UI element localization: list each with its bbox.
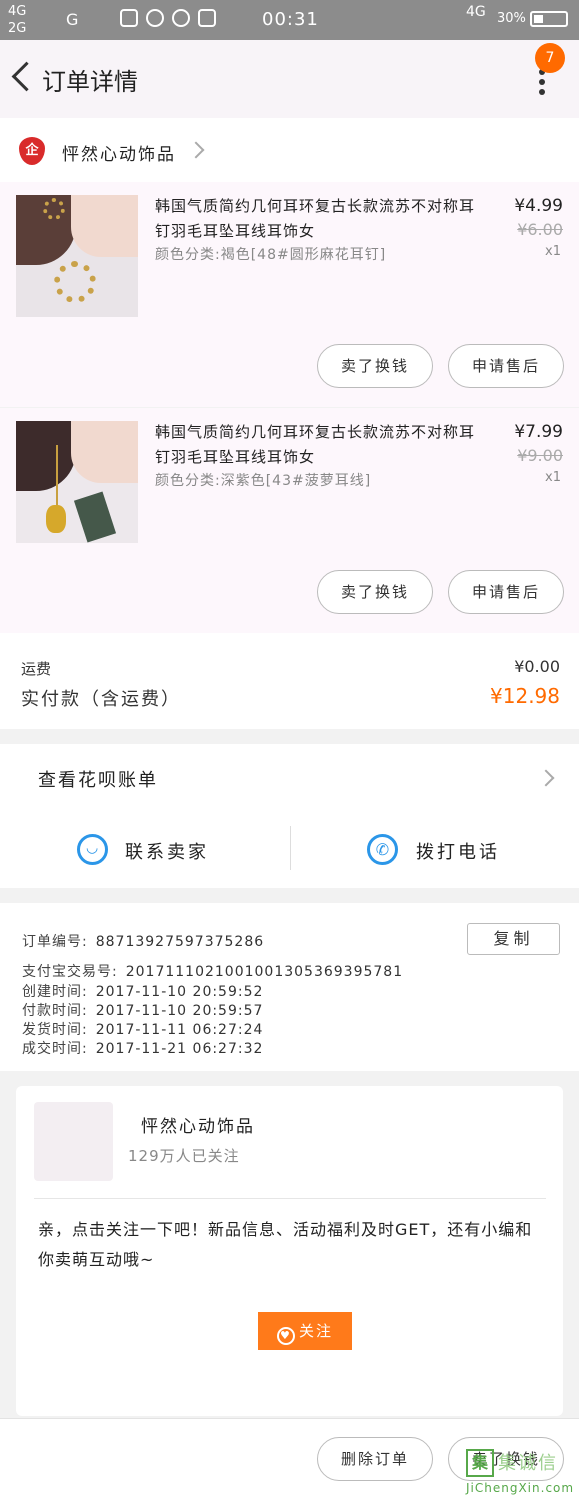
watermark-text: 集诚信 xyxy=(498,1453,558,1474)
original-price: ¥9.00 xyxy=(517,446,563,465)
database-icon xyxy=(198,9,216,27)
follow-button[interactable]: ♥ 关注 xyxy=(258,1312,352,1350)
shop-card-name[interactable]: 怦然心动饰品 xyxy=(141,1112,255,1137)
order-item[interactable]: 韩国气质简约几何耳环复古长款流苏不对称耳钉羽毛耳坠耳线耳饰女 颜色分类:褐色[4… xyxy=(0,182,579,407)
resell-button[interactable]: 卖了换钱 xyxy=(317,344,433,388)
network-indicator-right: 4G xyxy=(466,4,486,20)
battery-percent: 30% xyxy=(497,11,526,26)
after-sale-button[interactable]: 申请售后 xyxy=(448,344,564,388)
shipped-label: 发货时间: xyxy=(22,1022,88,1038)
chat-face-icon xyxy=(77,834,108,865)
app-notification-icon xyxy=(120,9,138,27)
shop-name: 怦然心动饰品 xyxy=(62,145,176,165)
contact-seller-button[interactable]: 联系卖家 xyxy=(0,826,290,888)
notification-badge: 7 xyxy=(535,43,565,73)
phone-icon: ✆ xyxy=(367,834,398,865)
shop-logo-icon: 企 xyxy=(19,137,45,165)
shipped-time: 2017-11-11 06:27:24 xyxy=(95,1022,264,1038)
alipay-label: 支付宝交易号: xyxy=(22,964,118,980)
wechat-icon xyxy=(146,9,164,27)
product-image[interactable] xyxy=(16,195,138,317)
alipay-number: 2017111021001001305369395781 xyxy=(125,964,404,980)
clock: 00:31 xyxy=(262,9,319,30)
order-number-label: 订单编号: xyxy=(22,934,88,950)
shop-avatar[interactable] xyxy=(34,1102,113,1181)
order-number-row: 订单编号: 887139275973752​86 xyxy=(22,931,264,951)
page-title: 订单详情 xyxy=(42,68,138,96)
product-price: ¥4.99 xyxy=(514,196,563,216)
paid-time: 2017-11-10 20:59:57 xyxy=(95,1003,264,1019)
product-spec: 颜色分类:深紫色[43#菠萝耳线] xyxy=(155,473,372,489)
fee-summary: 运费 ¥0.00 实付款（含运费） ¥12.98 xyxy=(0,633,579,729)
follow-label: 关注 xyxy=(298,1322,333,1340)
created-row: 创建时间: 2017-11-10 20:59:52 xyxy=(22,981,263,1001)
resell-button[interactable]: 卖了换钱 xyxy=(317,570,433,614)
chevron-right-icon[interactable] xyxy=(537,769,555,787)
weibo-icon xyxy=(172,9,190,27)
product-quantity: x1 xyxy=(545,470,561,485)
huabei-bill-link[interactable]: 查看花呗账单 xyxy=(38,766,158,792)
completed-time: 2017-11-21 06:27:32 xyxy=(95,1041,264,1057)
product-quantity: x1 xyxy=(545,244,561,259)
product-image[interactable] xyxy=(16,421,138,543)
product-title: 韩国气质简约几何耳环复古长款流苏不对称耳钉羽毛耳坠耳线耳饰女 xyxy=(155,197,476,240)
notification-icons xyxy=(120,9,216,27)
header: 订单详情 7 xyxy=(0,40,579,118)
paid-label: 实付款（含运费） xyxy=(21,689,181,710)
battery-icon xyxy=(530,11,568,27)
product-price: ¥7.99 xyxy=(514,422,563,442)
call-button[interactable]: ✆ 拨打电话 xyxy=(290,826,579,888)
completed-label: 成交时间: xyxy=(22,1041,88,1057)
bill-section: 查看花呗账单 联系卖家 ✆ 拨打电话 xyxy=(0,744,579,888)
shipping-label: 运费 xyxy=(21,660,52,678)
network-indicator: 4G 2G xyxy=(8,4,27,36)
network-g-indicator: G xyxy=(66,10,79,29)
back-arrow-icon[interactable] xyxy=(10,60,40,96)
paid-time-label: 付款时间: xyxy=(22,1003,88,1019)
status-bar: 4G 2G G 00:31 4G 30% xyxy=(0,0,579,40)
watermark-url: JiChengXin.com xyxy=(466,1481,575,1495)
shop-card: 怦然心动饰品 129万人已关注 亲，点击关注一下吧！新品信息、活动福利及时GET… xyxy=(16,1086,563,1416)
original-price: ¥6.00 xyxy=(517,220,563,239)
delete-order-button[interactable]: 删除订单 xyxy=(317,1437,433,1481)
call-label: 拨打电话 xyxy=(416,842,500,863)
shop-row[interactable]: 企 怦然心动饰品 xyxy=(0,118,579,182)
created-label: 创建时间: xyxy=(22,984,88,1000)
product-title: 韩国气质简约几何耳环复古长款流苏不对称耳钉羽毛耳坠耳线耳饰女 xyxy=(155,423,476,466)
order-info: 订单编号: 887139275973752​86 复制 支付宝交易号: 201711… xyxy=(0,903,579,1071)
watermark-icon: 集 xyxy=(466,1449,494,1477)
chevron-right-icon xyxy=(187,141,205,159)
paid-value: ¥12.98 xyxy=(490,684,560,708)
order-number: 887139275973752​86 xyxy=(95,934,265,950)
order-item[interactable]: 韩国气质简约几何耳环复古长款流苏不对称耳钉羽毛耳坠耳线耳饰女 颜色分类:深紫色[… xyxy=(0,408,579,633)
shipped-row: 发货时间: 2017-11-11 06:27:24 xyxy=(22,1019,263,1039)
follower-count: 129万人已关注 xyxy=(128,1147,240,1165)
divider xyxy=(34,1198,546,1199)
alipay-row: 支付宝交易号: 2017111021001001305369395781 xyxy=(22,961,403,981)
bottom-action-bar: 删除订单 卖了换钱 集 集诚信 JiChengXin.com xyxy=(0,1418,579,1500)
shipping-value: ¥0.00 xyxy=(514,657,560,676)
heart-icon: ♥ xyxy=(276,1327,295,1345)
watermark-logo: 集 集诚信 JiChengXin.com xyxy=(462,1445,579,1500)
after-sale-button[interactable]: 申请售后 xyxy=(448,570,564,614)
created-time: 2017-11-10 20:59:52 xyxy=(95,984,264,1000)
copy-button[interactable]: 复制 xyxy=(467,923,560,955)
completed-row: 成交时间: 2017-11-21 06:27:32 xyxy=(22,1038,263,1058)
contact-seller-label: 联系卖家 xyxy=(125,842,209,863)
paid-row: 付款时间: 2017-11-10 20:59:57 xyxy=(22,1000,263,1020)
product-spec: 颜色分类:褐色[48#圆形麻花耳钉] xyxy=(155,247,387,263)
follow-prompt: 亲，点击关注一下吧！新品信息、活动福利及时GET，还有小编和你卖萌互动哦~ xyxy=(38,1220,533,1269)
